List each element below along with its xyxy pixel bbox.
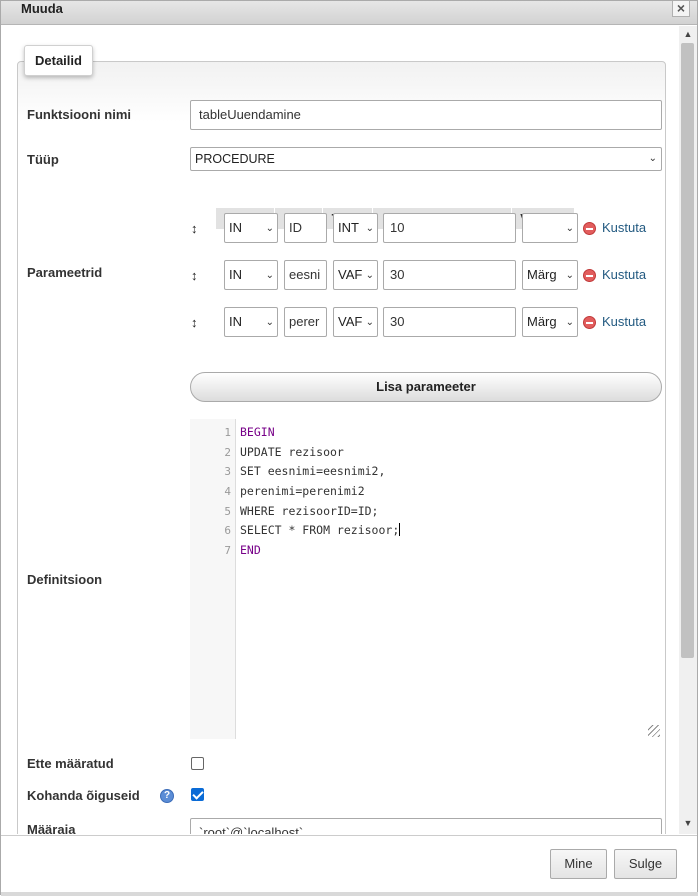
line-number: 1 [224,426,231,439]
close-icon[interactable]: × [672,1,690,17]
resize-grip-icon[interactable] [648,725,660,737]
line-number: 2 [224,446,231,459]
code-line-text: UPDATE rezisoor [240,445,344,459]
param-direction-value: IN [229,267,242,282]
param-type-select[interactable]: VAF ⌄ [333,307,378,337]
help-icon[interactable]: ? [160,789,174,803]
param-type-value: VAF [338,267,363,282]
param-options-value: Märg [527,314,557,329]
add-parameter-button[interactable]: Lisa parameeter [190,372,662,402]
scroll-down-icon[interactable]: ▼ [682,817,694,829]
type-select-value: PROCEDURE [195,152,275,166]
adjust-privileges-checkbox[interactable] [191,788,204,801]
definition-label: Definitsioon [27,572,103,587]
edit-routine-dialog: Muuda × Detailid Funktsiooni nimi tableU… [0,0,698,896]
chevron-down-icon: ⌄ [263,309,274,336]
dialog-titlebar[interactable]: Muuda × [1,1,697,25]
code-line: SELECT * FROM rezisoor; [240,523,401,537]
line-number: 4 [224,485,231,498]
delete-icon[interactable] [583,269,596,282]
param-direction-value: IN [229,220,242,235]
adjust-privileges-label: Kohanda õiguseid [27,788,140,803]
code-line-text: END [240,543,261,557]
text-cursor [399,523,401,536]
param-type-value: VAF [338,314,363,329]
param-length-input[interactable]: 30 [383,307,516,337]
definer-label: Määraja [27,822,76,834]
param-name-input[interactable]: ID [284,213,327,243]
param-direction-value: IN [229,314,242,329]
param-type-value: INT [338,220,359,235]
code-line-text: SET eesnimi=eesnimi2, [240,464,386,478]
param-type-select[interactable]: INT ⌄ [333,213,378,243]
editor-gutter: 1 2 3 4 5 6 7 [190,419,236,739]
param-options-value: Märg [527,267,557,282]
line-number: 6 [224,524,231,537]
chevron-down-icon: ⌄ [363,309,374,336]
param-length-input[interactable]: 10 [383,213,516,243]
code-line-text: perenimi=perenimi2 [240,484,365,498]
line-number: 3 [224,465,231,478]
line-number: 5 [224,505,231,518]
param-options-select[interactable]: Märg ⌄ [522,307,578,337]
function-name-label: Funktsiooni nimi [27,107,131,122]
param-options-select[interactable]: ⌄ [522,213,578,243]
chevron-down-icon: ⌄ [263,262,274,289]
scroll-up-icon[interactable]: ▲ [682,28,694,40]
param-type-select[interactable]: VAF ⌄ [333,260,378,290]
param-direction-select[interactable]: IN ⌄ [224,213,278,243]
function-name-input[interactable]: tableUuendamine [190,100,662,130]
drag-handle-icon[interactable]: ↕ [191,268,198,283]
dialog-footer: Mine Sulge [1,835,697,892]
window-bottom-edge [1,892,698,896]
param-direction-select[interactable]: IN ⌄ [224,307,278,337]
param-length-input[interactable]: 30 [383,260,516,290]
code-line: UPDATE rezisoor [240,445,344,459]
deterministic-checkbox[interactable] [191,757,204,770]
definition-editor[interactable]: 1 2 3 4 5 6 7 BEGIN UPDATE rezisoor SET … [190,419,662,739]
chevron-down-icon: ⌄ [263,215,274,242]
delete-param-link[interactable]: Kustuta [602,314,646,329]
delete-param-link[interactable]: Kustuta [602,220,646,235]
close-button[interactable]: Sulge [614,849,677,879]
code-line: SET eesnimi=eesnimi2, [240,464,385,478]
dialog-title: Muuda [21,1,63,16]
delete-param-link[interactable]: Kustuta [602,267,646,282]
scrollbar-thumb[interactable] [681,43,694,658]
chevron-down-icon: ⌄ [563,262,574,289]
dialog-scrollbar[interactable]: ▲ ▼ [679,26,697,834]
chevron-down-icon: ⌄ [563,215,574,242]
delete-icon[interactable] [583,222,596,235]
param-name-input[interactable]: eesni [284,260,327,290]
go-button[interactable]: Mine [550,849,607,879]
code-line: perenimi=perenimi2 [240,484,365,498]
code-line: BEGIN [240,425,275,439]
delete-icon[interactable] [583,316,596,329]
dialog-content: Detailid Funktsiooni nimi tableUuendamin… [1,26,679,834]
deterministic-label: Ette määratud [27,756,114,771]
chevron-down-icon: ⌄ [648,153,657,164]
code-line-text: WHERE rezisoorID=ID; [240,504,379,518]
parameters-label: Parameetrid [27,265,103,280]
definer-input[interactable]: `root`@`localhost` [190,818,662,834]
code-line-text: SELECT * FROM rezisoor; [240,523,400,537]
code-line: WHERE rezisoorID=ID; [240,504,378,518]
type-label: Tüüp [27,152,59,167]
drag-handle-icon[interactable]: ↕ [191,315,198,330]
param-direction-select[interactable]: IN ⌄ [224,260,278,290]
chevron-down-icon: ⌄ [563,309,574,336]
tab-details[interactable]: Detailid [24,45,93,76]
param-options-select[interactable]: Märg ⌄ [522,260,578,290]
code-line-text: BEGIN [240,425,275,439]
chevron-down-icon: ⌄ [363,215,374,242]
chevron-down-icon: ⌄ [363,262,374,289]
type-select[interactable]: PROCEDURE ⌄ [190,147,662,171]
code-line: END [240,543,261,557]
line-number: 7 [224,544,231,557]
param-name-input[interactable]: perer [284,307,327,337]
drag-handle-icon[interactable]: ↕ [191,221,198,236]
